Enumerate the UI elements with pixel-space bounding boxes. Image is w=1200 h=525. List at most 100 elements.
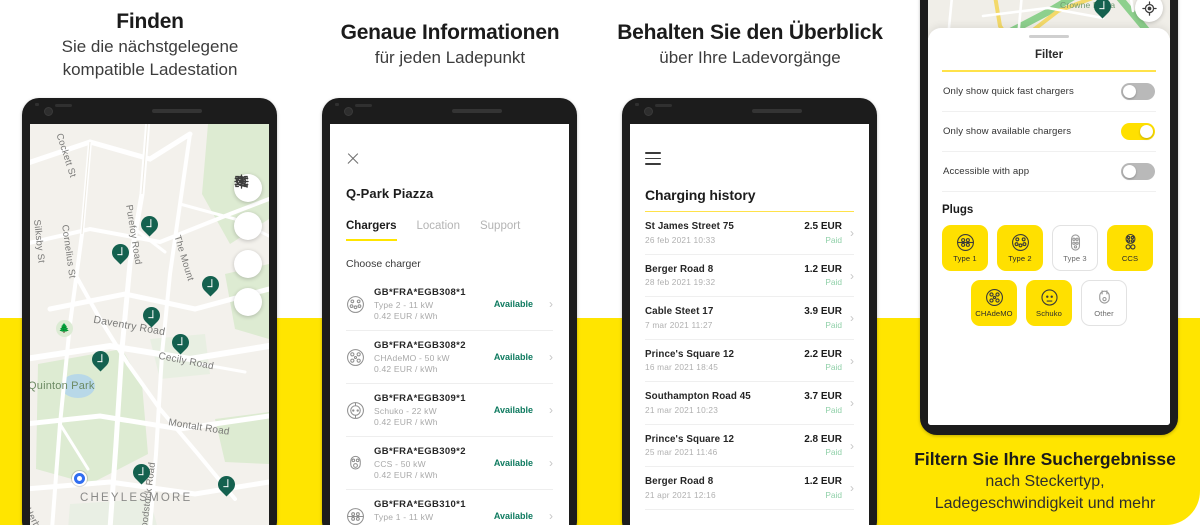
close-icon[interactable] xyxy=(346,152,360,166)
chevron-right-icon: › xyxy=(549,456,553,470)
charger-spec: Schuko - 22 kW xyxy=(374,405,437,416)
type1-plug-icon xyxy=(346,507,365,525)
chevron-right-icon: › xyxy=(850,268,854,283)
map-action-buttons xyxy=(234,174,262,326)
map-pin-charger[interactable] xyxy=(1090,0,1115,21)
plug-chip-other[interactable]: Other xyxy=(1081,279,1127,326)
promo-screenshot: Finden Sie die nächstgelegene kompatible… xyxy=(0,0,1200,525)
plug-chip-type3[interactable]: Type 3 xyxy=(1052,224,1098,271)
filter-map-action-buttons xyxy=(1135,0,1163,32)
schuko-plug-icon xyxy=(1040,288,1059,307)
history-row[interactable]: Prince's Square 12 25 mar 2021 11:46 2.8… xyxy=(645,425,854,468)
toggle-accessible-with-app[interactable] xyxy=(1121,162,1155,180)
locate-icon[interactable] xyxy=(1135,0,1163,22)
history-row[interactable]: Berger Road 8 21 apr 2021 12:16 1.2 EUR … xyxy=(645,467,854,510)
history-status: Paid xyxy=(825,404,842,415)
history-amount: 3.9 EUR xyxy=(804,306,842,318)
charger-id: GB*FRA*EGB308*2 xyxy=(374,340,466,351)
charger-list-item[interactable]: GB*FRA*EGB309*2 CCS - 50 kW 0.42 EUR / k… xyxy=(346,436,553,489)
heading-overview-line2: über Ihre Ladevorgänge xyxy=(659,48,841,67)
history-row[interactable]: Berger Road 8 28 feb 2021 19:32 1.2 EUR … xyxy=(645,255,854,298)
charger-list-item[interactable]: GB*FRA*EGB308*2 CHAdeMO - 50 kW 0.42 EUR… xyxy=(346,330,553,383)
heading-details: Genaue Informationen für jeden Ladepunkt xyxy=(300,20,600,69)
phone-filter: Corporation St Hanover St NOMA Crowne Pl… xyxy=(920,0,1178,435)
ccs-plug-icon xyxy=(1121,233,1140,252)
charger-id: GB*FRA*EGB310*1 xyxy=(374,499,466,510)
history-location: Southampton Road 45 xyxy=(645,391,751,403)
plug-chip-ccs[interactable]: CCS xyxy=(1107,224,1153,271)
type1-plug-icon xyxy=(956,233,975,252)
map-pin-charger[interactable] xyxy=(139,303,164,330)
scan-icon[interactable] xyxy=(234,175,262,278)
tab-location[interactable]: Location xyxy=(417,220,460,241)
heading-find: Finden Sie die nächstgelegene kompatible… xyxy=(0,9,300,81)
charger-list-item[interactable]: GB*FRA*EGB309*1 Schuko - 22 kW 0.42 EUR … xyxy=(346,383,553,436)
heading-overview: Behalten Sie den Überblick über Ihre Lad… xyxy=(600,20,900,69)
filter-toggle-row[interactable]: Only show quick fast chargers xyxy=(942,72,1156,112)
plug-chip-schuko[interactable]: Schuko xyxy=(1026,279,1072,326)
toggle-knob xyxy=(1122,84,1137,99)
plug-chip-type1[interactable]: Type 1 xyxy=(942,224,988,271)
park-tree-icon xyxy=(56,320,73,337)
history-amount: 3.7 EUR xyxy=(804,391,842,403)
charger-list-item[interactable]: GB*FRA*EGB310*1 Type 1 - 11 kW 0.42 EUR … xyxy=(346,489,553,525)
map-pin-charger[interactable] xyxy=(198,272,223,299)
locate-icon[interactable] xyxy=(234,174,262,316)
map-pin-charger[interactable] xyxy=(88,347,113,374)
history-row[interactable]: Prince's Square 12 16 mar 2021 18:45 2.2… xyxy=(645,340,854,383)
charger-spec: CCS - 50 kW xyxy=(374,458,426,469)
history-status: Paid xyxy=(825,234,842,245)
charger-list-item[interactable]: GB*FRA*EGB308*1 Type 2 - 11 kW 0.42 EUR … xyxy=(346,278,553,330)
history-datetime: 25 mar 2021 11:46 xyxy=(645,447,718,458)
chevron-right-icon: › xyxy=(549,350,553,364)
history-row[interactable]: Cable Steet 17 7 mar 2021 11:27 3.9 EUR … xyxy=(645,297,854,340)
map-pin-charger[interactable] xyxy=(129,460,154,487)
type2-plug-icon xyxy=(1011,233,1030,252)
hamburger-menu-icon[interactable] xyxy=(645,152,661,165)
plug-chip-type2[interactable]: Type 2 xyxy=(997,224,1043,271)
map-pin-charger[interactable] xyxy=(137,212,162,239)
plug-chip-chademo[interactable]: CHAdeMO xyxy=(971,279,1017,326)
chevron-right-icon: › xyxy=(850,396,854,411)
history-status: Paid xyxy=(825,362,842,373)
speaker-grill xyxy=(152,109,202,113)
chevron-right-icon: › xyxy=(850,438,854,453)
map-pin-charger[interactable] xyxy=(108,240,133,267)
history-row[interactable]: St James Street 75 26 feb 2021 10:33 2.5… xyxy=(645,212,854,255)
toggle-available-chargers[interactable] xyxy=(1121,122,1155,140)
plug-chip-label: CHAdeMO xyxy=(975,308,1013,318)
speaker-grill xyxy=(452,109,502,113)
camera-sensor-icon xyxy=(335,103,339,106)
charger-status: Available xyxy=(493,352,533,362)
map-pin-charger[interactable] xyxy=(168,330,193,357)
charger-price: 0.42 EUR / kWh xyxy=(374,364,438,374)
sheet-drag-handle[interactable] xyxy=(1029,35,1069,39)
caption-filter-line2: nach Steckertyp, xyxy=(985,473,1105,490)
tab-chargers[interactable]: Chargers xyxy=(346,220,397,241)
map-pin-charger[interactable] xyxy=(214,472,239,499)
phone-bezel xyxy=(322,98,577,124)
history-amount: 2.5 EUR xyxy=(804,221,842,233)
plug-chip-label: Type 3 xyxy=(1063,253,1087,263)
heading-details-line2: für jeden Ladepunkt xyxy=(374,48,526,67)
heading-find-line3: kompatible Ladestation xyxy=(62,60,238,79)
camera-icon xyxy=(44,107,53,116)
filter-icon[interactable] xyxy=(234,176,262,240)
heading-find-line2: Sie die nächstgelegene xyxy=(61,37,239,56)
venue-title: Q-Park Piazza xyxy=(346,186,434,201)
chevron-right-icon: › xyxy=(850,481,854,496)
filter-toggle-row[interactable]: Accessible with app xyxy=(942,152,1156,192)
history-location: Prince's Square 12 xyxy=(645,433,735,445)
page-title: Charging history xyxy=(645,186,756,203)
filter-toggle-row[interactable]: Only show available chargers xyxy=(942,112,1156,152)
history-datetime: 28 feb 2021 19:32 xyxy=(645,277,716,288)
tab-support[interactable]: Support xyxy=(480,220,520,241)
map-canvas[interactable]: Cockett St Silksby St Cornelius St Puref… xyxy=(30,124,269,525)
history-row[interactable]: Southampton Road 45 21 mar 2021 10:23 3.… xyxy=(645,382,854,425)
history-amount: 2.8 EUR xyxy=(804,433,842,445)
toggle-quick-fast-chargers[interactable] xyxy=(1121,82,1155,100)
filter-title: Filter xyxy=(1034,49,1064,62)
plugs-section-title: Plugs xyxy=(942,203,974,216)
charger-status: Available xyxy=(493,511,533,521)
schuko-plug-icon xyxy=(346,401,365,420)
